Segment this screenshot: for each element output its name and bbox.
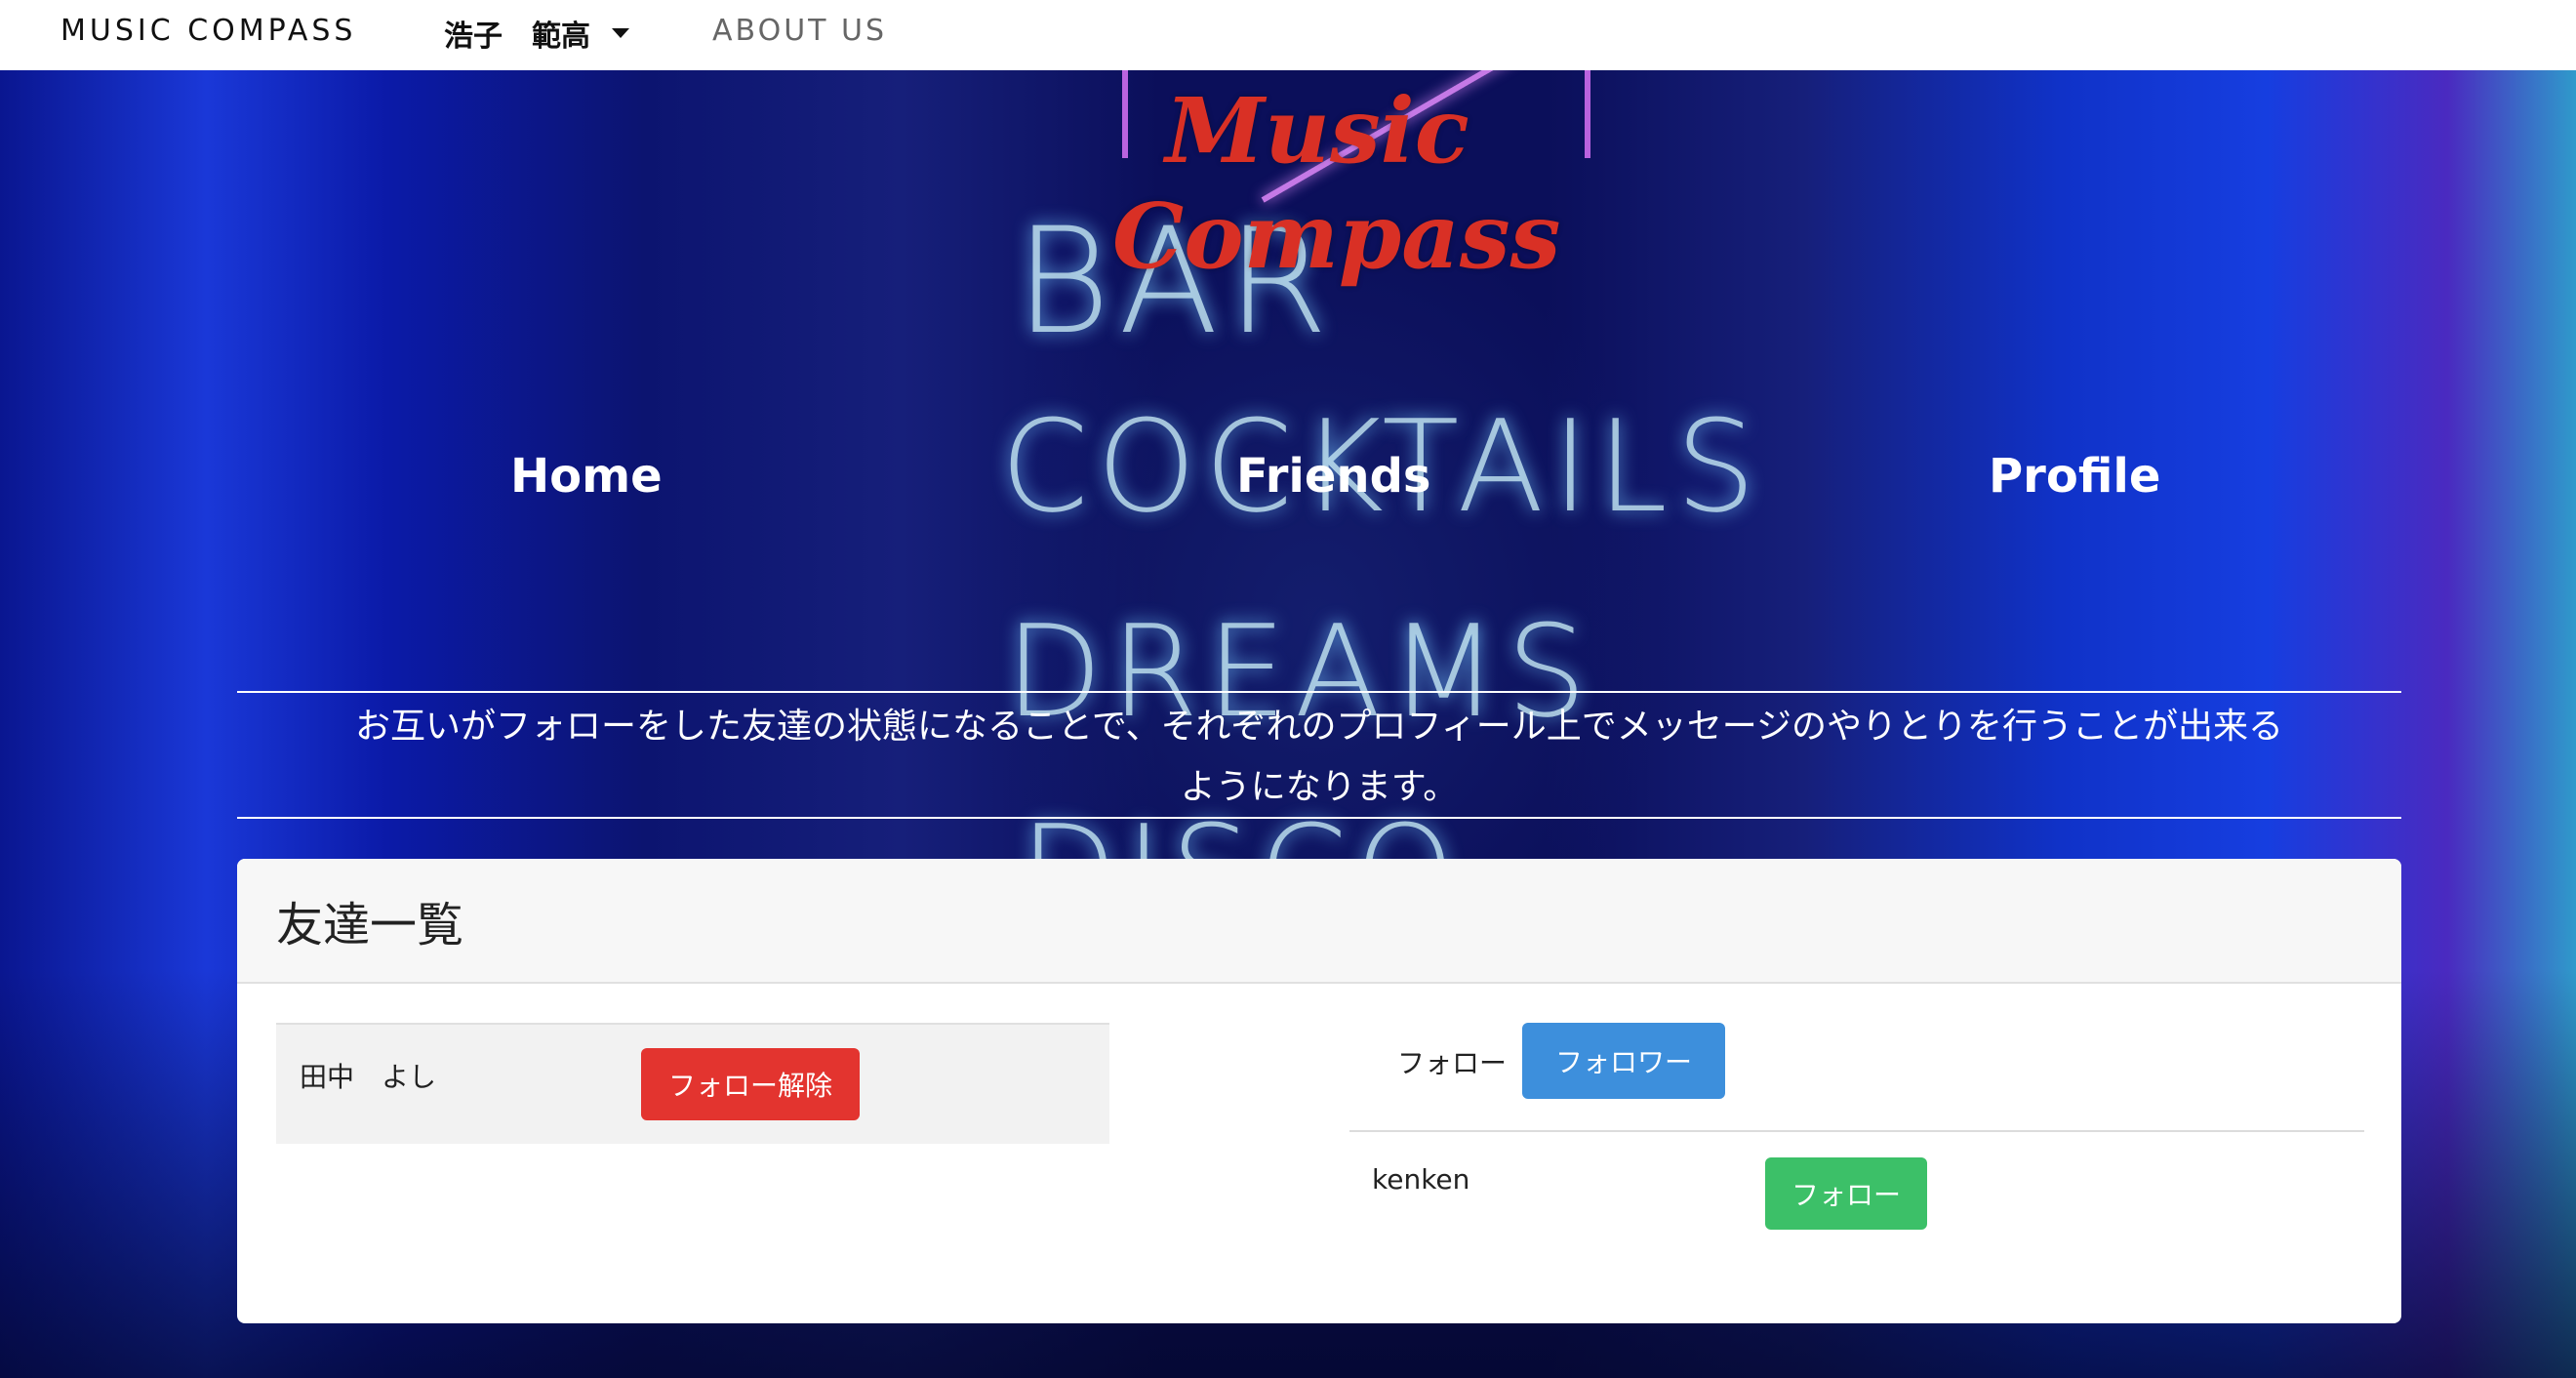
unfollow-button[interactable]: フォロー解除: [641, 1048, 860, 1120]
tab-follower-button[interactable]: フォロワー: [1522, 1023, 1725, 1099]
top-navbar: MUSIC COMPASS 浩子 範高 ABOUT US: [0, 0, 2576, 70]
about-us-link[interactable]: ABOUT US: [712, 14, 887, 48]
panel-title: 友達一覧: [237, 859, 2401, 984]
tab-follow[interactable]: フォロー: [1379, 1025, 1525, 1099]
nav-home-link[interactable]: Home: [510, 449, 663, 504]
user-dropdown[interactable]: 浩子 範高: [444, 12, 629, 55]
nav-friends-link[interactable]: Friends: [1236, 449, 1431, 504]
info-line-1: お互いがフォローをした友達の状態になることで、それぞれのプロフィール上でメッセー…: [354, 707, 2284, 747]
info-line-2: ようになります。: [1180, 767, 1459, 807]
friends-info-text: お互いがフォローをした友達の状態になることで、それぞれのプロフィール上でメッセー…: [237, 691, 2401, 819]
user-name: 浩子 範高: [444, 20, 590, 54]
site-logo: Music Compass: [1112, 78, 1561, 289]
logo-line-2: Compass: [1112, 183, 1561, 289]
nav-profile-link[interactable]: Profile: [1989, 449, 2160, 504]
friend-name: 田中 よし: [300, 1061, 437, 1093]
divider: [1349, 1130, 2364, 1132]
follower-name: kenken: [1372, 1163, 1470, 1196]
logo-line-1: Music: [1165, 78, 1469, 183]
caret-down-icon: [612, 28, 629, 38]
friend-row: 田中 よし フォロー解除: [276, 1023, 1109, 1144]
follow-button[interactable]: フォロー: [1765, 1157, 1927, 1230]
brand-link[interactable]: MUSIC COMPASS: [60, 14, 356, 48]
friends-panel: 友達一覧 田中 よし フォロー解除 フォロー フォロワー kenken フォロー: [237, 859, 2401, 1323]
